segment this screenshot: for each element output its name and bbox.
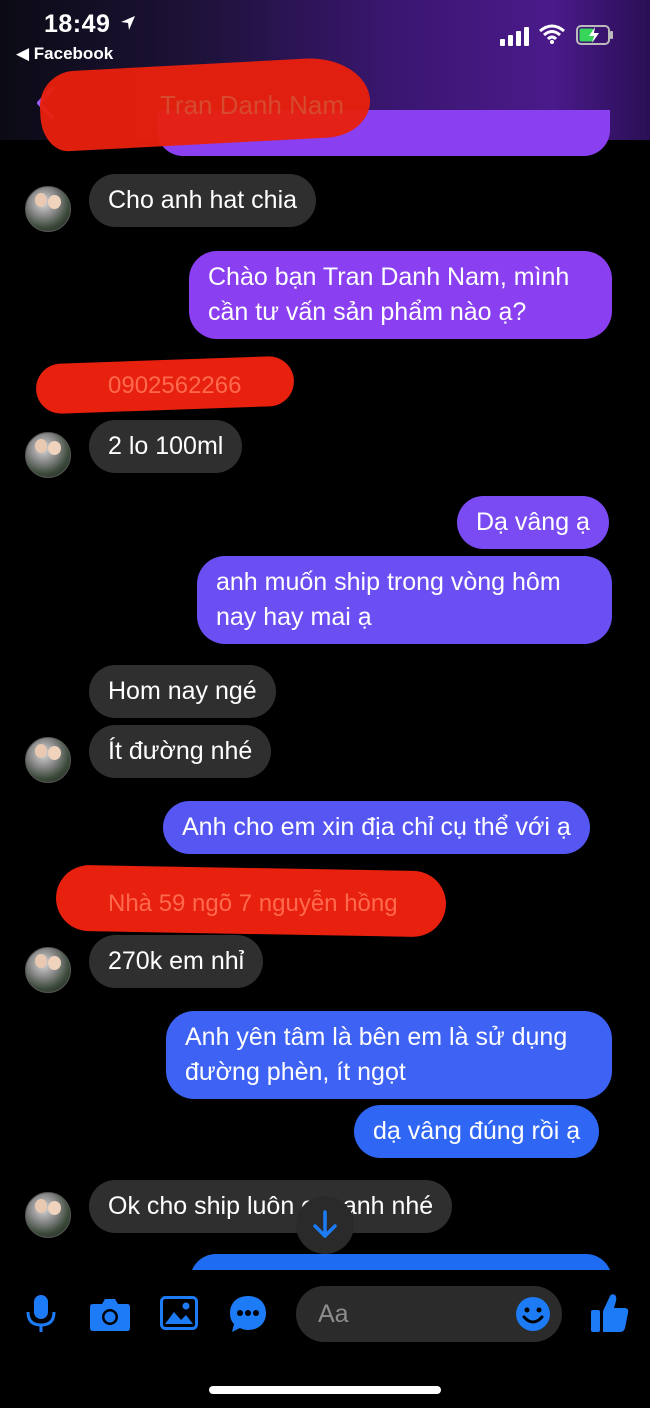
message-input-placeholder[interactable]: Aa (318, 1300, 349, 1329)
message-bubble-incoming: 270k em nhỉ (89, 935, 264, 988)
avatar[interactable] (25, 1192, 71, 1238)
microphone-icon[interactable] (24, 1294, 58, 1334)
status-time: 18:49 (44, 10, 111, 38)
sticker-icon[interactable] (228, 1294, 268, 1334)
camera-icon[interactable] (89, 1296, 131, 1332)
battery-charging-icon (576, 25, 613, 45)
scroll-to-bottom-button[interactable] (296, 1196, 354, 1254)
avatar[interactable] (25, 432, 71, 478)
message-bubble-outgoing: Anh yên tâm là bên em là sử dụng đường p… (166, 1011, 612, 1099)
contact-name[interactable]: Tran Danh Nam (160, 90, 344, 121)
redacted-address-message: Nhà 59 ngõ 7 nguyễn hồng (108, 890, 398, 917)
redacted-phone-message: 0902562266 (108, 372, 242, 399)
message-bubble-outgoing: Anh cho em xin địa chỉ cụ thể với ạ (163, 801, 590, 854)
message-bubble-incoming: Hom nay ngé (89, 665, 276, 718)
message-bubble-incoming: Ít đường nhé (89, 725, 272, 778)
emoji-icon[interactable] (515, 1296, 551, 1332)
back-to-facebook-link[interactable]: ◀ Facebook (16, 44, 113, 64)
like-icon[interactable] (590, 1292, 630, 1334)
message-bubble-incoming: Ok cho ship luôn em anh nhé (89, 1180, 453, 1233)
message-bubble-outgoing: Chào bạn Tran Danh Nam, mình cần tư vấn … (189, 251, 612, 339)
arrow-down-icon (313, 1210, 337, 1238)
message-bubble-outgoing: dạ vâng đúng rồi ạ (354, 1105, 600, 1158)
avatar[interactable] (25, 947, 71, 993)
location-arrow-icon (121, 16, 135, 30)
cellular-signal-icon (500, 27, 529, 46)
avatar[interactable] (25, 737, 71, 783)
message-bubble-incoming: Cho anh hat chia (89, 174, 317, 227)
message-bubble-outgoing: anh muốn ship trong vòng hôm nay hay mai… (197, 556, 612, 644)
home-indicator[interactable] (209, 1386, 441, 1394)
wifi-icon (539, 24, 565, 44)
message-bubble-incoming: 2 lo 100ml (89, 420, 243, 473)
image-icon[interactable] (160, 1296, 198, 1330)
avatar[interactable] (25, 186, 71, 232)
message-bubble-outgoing: Dạ vâng ạ (457, 496, 609, 549)
